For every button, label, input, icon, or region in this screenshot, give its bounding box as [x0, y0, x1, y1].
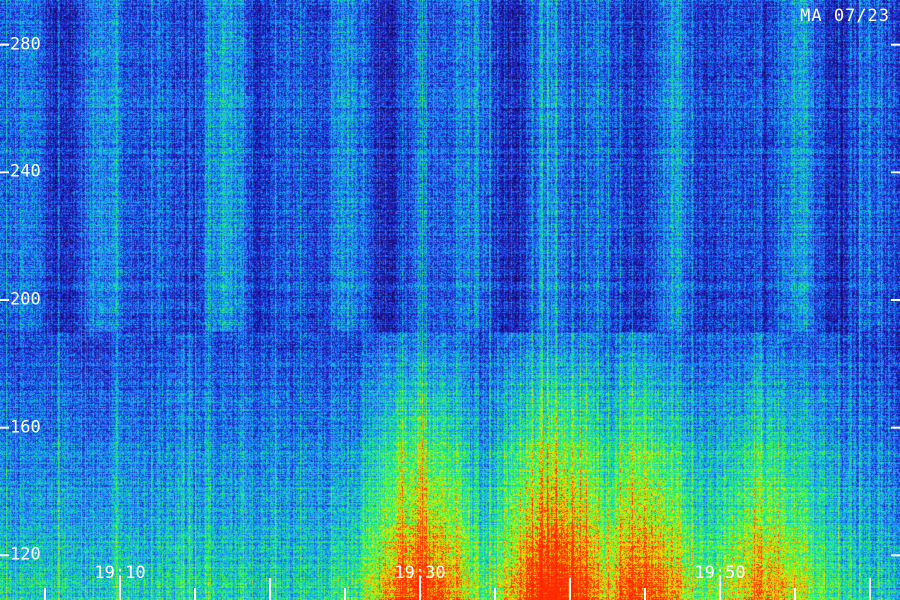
- x-tick: [44, 588, 46, 600]
- y-tick-r-240: [891, 171, 900, 174]
- x-tick: [494, 588, 496, 600]
- x-tick: [644, 588, 646, 600]
- y-tick-label: 240: [10, 161, 41, 182]
- x-tick: [269, 578, 271, 600]
- x-tick: [569, 578, 571, 600]
- y-tick-r-280: [891, 43, 900, 46]
- axis-ticks-overlay: [0, 43, 900, 600]
- y-tick-r-120: [891, 554, 900, 557]
- y-tick-l-120: [0, 554, 9, 557]
- y-tick-label: 280: [10, 34, 41, 55]
- y-tick-label: 160: [10, 417, 41, 438]
- y-tick-l-200: [0, 299, 9, 301]
- x-tick: [194, 588, 196, 600]
- x-tick: [794, 588, 796, 600]
- y-tick-label: 200: [10, 289, 41, 310]
- spectrogram-view: 120 160 200 240 280 19:10 19:30 19:50 MA 07/23: [0, 0, 900, 600]
- x-tick-label: 19:50: [694, 563, 746, 583]
- y-tick-r-160: [891, 426, 900, 429]
- x-tick-label: 19:30: [394, 563, 446, 583]
- y-tick-l-160: [0, 426, 9, 429]
- y-tick-l-240: [0, 171, 9, 174]
- date-stamp: MA 07/23: [800, 6, 890, 26]
- x-tick-label: 19:10: [94, 563, 146, 583]
- x-tick: [344, 588, 346, 600]
- x-tick: [869, 578, 871, 600]
- y-tick-label: 120: [10, 544, 41, 565]
- y-tick-r-200: [891, 299, 900, 301]
- y-tick-l-280: [0, 43, 9, 46]
